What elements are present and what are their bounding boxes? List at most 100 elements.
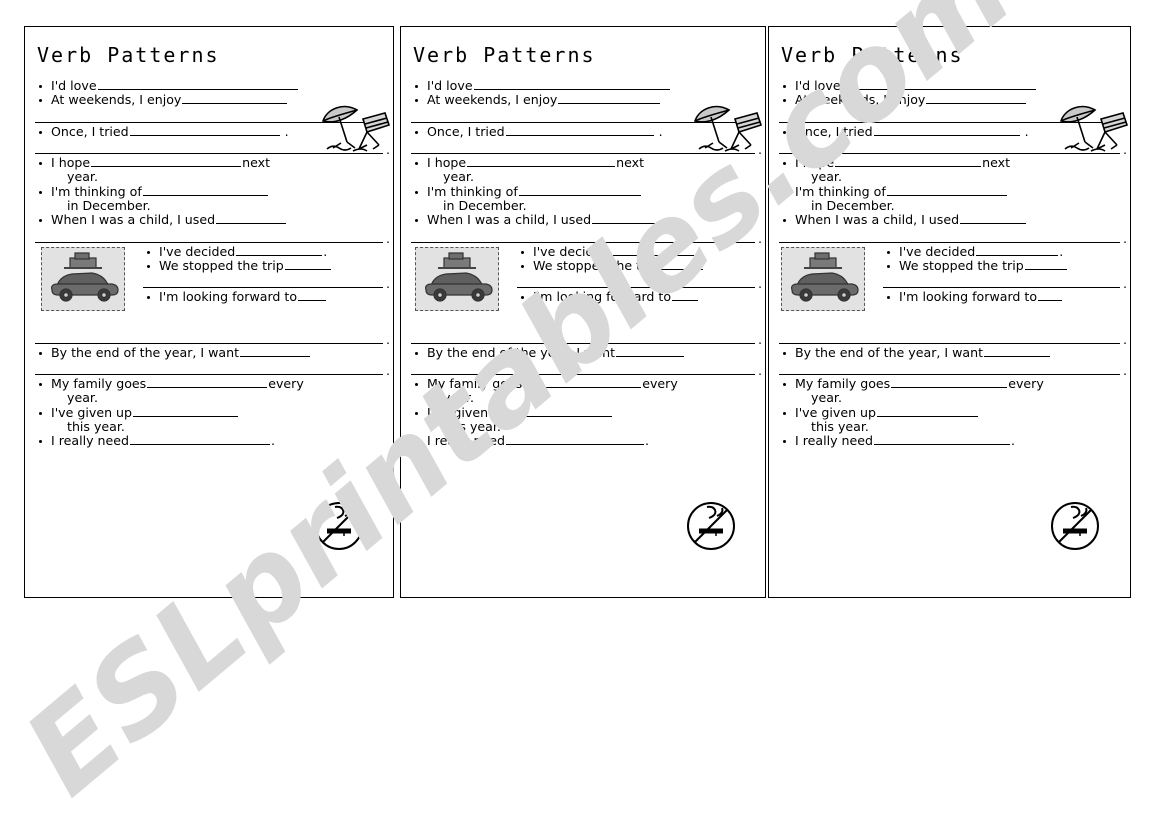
blank-rule-continuation[interactable]: . xyxy=(411,360,762,377)
worksheet-item: I'm looking forward to xyxy=(25,290,393,304)
worksheet-item: I've decided. xyxy=(769,245,1130,258)
item-text: I really need xyxy=(51,433,130,449)
blank-rule-continuation[interactable]: . xyxy=(411,228,762,245)
blank-rule[interactable] xyxy=(240,346,311,357)
bullet-icon xyxy=(39,162,42,166)
bullet-icon xyxy=(415,383,418,387)
blank-rule[interactable] xyxy=(518,185,641,196)
blank-rule[interactable] xyxy=(473,79,670,90)
blank-rule[interactable] xyxy=(506,435,645,446)
item-text: I really need xyxy=(795,433,874,449)
worksheet-item: I really need. xyxy=(401,434,765,448)
worksheet-item: I'd love xyxy=(769,79,1130,92)
worksheet-item: I'm looking forward to xyxy=(401,289,765,305)
blank-rule-continuation[interactable]: . xyxy=(35,360,390,377)
blank-rule[interactable] xyxy=(147,377,268,389)
blank-rule[interactable] xyxy=(672,291,699,302)
item-text: I'm thinking of xyxy=(427,183,518,199)
blank-rule[interactable] xyxy=(891,377,1008,389)
blank-rule[interactable] xyxy=(835,156,982,168)
blank-rule-continuation[interactable]: . xyxy=(883,273,1127,290)
blank-rule[interactable] xyxy=(182,94,288,105)
worksheet-item: I hope next xyxy=(769,156,1130,169)
blank-rule[interactable] xyxy=(505,125,654,136)
worksheet-item: Once, I tried . xyxy=(401,125,765,138)
blank-rule[interactable] xyxy=(592,214,661,225)
bullet-icon xyxy=(415,411,418,415)
worksheet-item: I hope next xyxy=(25,156,393,169)
blank-rule-continuation[interactable]: . xyxy=(779,108,1127,125)
blank-rule-continuation[interactable]: . xyxy=(411,139,762,156)
worksheet-item: We stopped the trip xyxy=(25,259,393,272)
blank-rule-continuation[interactable]: . xyxy=(411,329,762,346)
blank-rule[interactable] xyxy=(874,435,1011,446)
bullet-icon xyxy=(147,296,150,300)
blank-rule-continuation[interactable]: . xyxy=(411,108,762,125)
blank-rule[interactable] xyxy=(133,406,239,417)
blank-rule-continuation[interactable]: . xyxy=(517,273,762,290)
item-text: I'm looking forward to xyxy=(899,289,1038,305)
blank-rule[interactable] xyxy=(841,79,1036,90)
blank-rule-continuation[interactable]: . xyxy=(779,139,1127,156)
blank-rule[interactable] xyxy=(216,214,287,225)
blank-rule[interactable] xyxy=(523,377,642,389)
blank-rule[interactable] xyxy=(467,156,616,168)
item-text: My family goes xyxy=(427,376,523,392)
worksheet-item: We stopped the trip xyxy=(401,259,765,272)
bullet-icon xyxy=(39,99,42,103)
worksheet-item: I'm thinking of xyxy=(25,185,393,198)
blank-rule[interactable] xyxy=(658,259,703,271)
blank-rule[interactable] xyxy=(558,94,661,105)
item-tail: every xyxy=(642,376,678,392)
item-continuation: this year. xyxy=(811,419,869,435)
blank-rule-continuation[interactable]: . xyxy=(35,108,390,125)
blank-rule[interactable] xyxy=(886,185,1007,196)
item-text: My family goes xyxy=(51,376,147,392)
period-mark: . xyxy=(1123,332,1127,347)
bullet-icon xyxy=(783,190,786,194)
blank-rule[interactable] xyxy=(298,291,327,302)
blank-rule-continuation[interactable]: . xyxy=(35,329,390,346)
blank-rule[interactable] xyxy=(873,125,1020,136)
blank-rule[interactable] xyxy=(284,259,331,271)
blank-rule-continuation[interactable]: . xyxy=(779,360,1127,377)
blank-rule[interactable] xyxy=(509,406,613,417)
blank-rule[interactable] xyxy=(616,346,685,357)
blank-rule-continuation[interactable]: . xyxy=(779,228,1127,245)
blank-rule-continuation[interactable]: . xyxy=(35,139,390,156)
blank-rule[interactable] xyxy=(236,245,323,256)
item-text: We stopped the trip xyxy=(159,258,284,274)
page-title: Verb Patterns xyxy=(37,43,220,67)
blank-rule[interactable] xyxy=(610,245,695,256)
blank-rule[interactable] xyxy=(142,185,268,196)
period-mark: . xyxy=(386,231,390,246)
blank-rule-continuation[interactable]: . xyxy=(779,329,1127,346)
period-mark: . xyxy=(386,111,390,126)
blank-rule[interactable] xyxy=(984,346,1051,357)
blank-rule[interactable] xyxy=(877,406,979,417)
blank-rule[interactable] xyxy=(97,79,298,90)
item-continuation: this year. xyxy=(443,419,501,435)
blank-rule[interactable] xyxy=(1024,259,1067,271)
bullet-icon xyxy=(887,265,890,269)
period-mark: . xyxy=(758,231,762,246)
blank-rule[interactable] xyxy=(960,214,1027,225)
item-text: At weekends, I enjoy xyxy=(795,92,926,108)
worksheet-item: At weekends, I enjoy xyxy=(769,92,1130,108)
bullet-icon xyxy=(783,130,786,134)
blank-rule[interactable] xyxy=(91,156,242,168)
blank-rule[interactable] xyxy=(1038,291,1063,302)
period-mark: . xyxy=(1123,277,1127,292)
item-text: I'm looking forward to xyxy=(533,289,672,305)
bullet-icon xyxy=(415,440,418,444)
blank-rule[interactable] xyxy=(926,94,1027,105)
item-continuation: this year. xyxy=(67,419,125,435)
blank-rule[interactable] xyxy=(976,245,1059,256)
bullet-icon xyxy=(415,162,418,166)
item-continuation: year. xyxy=(67,169,98,185)
blank-rule[interactable] xyxy=(129,125,280,136)
blank-rule[interactable] xyxy=(130,435,271,446)
blank-rule-continuation[interactable]: . xyxy=(143,273,390,290)
blank-rule-continuation[interactable]: . xyxy=(35,228,390,245)
item-text: When I was a child, I used xyxy=(427,212,592,228)
